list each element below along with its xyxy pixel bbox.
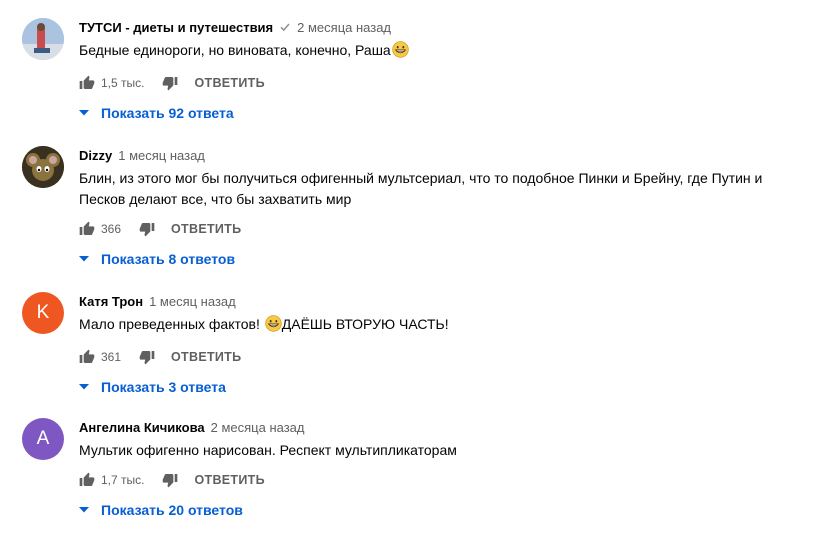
reply-button[interactable]: ОТВЕТИТЬ (171, 222, 241, 236)
show-replies-button[interactable]: Показать 92 ответа (79, 105, 795, 121)
show-replies-button[interactable]: Показать 8 ответов (79, 251, 795, 267)
like-button[interactable] (79, 349, 95, 365)
thumb-up-icon (79, 349, 95, 363)
avatar-letter: A (36, 428, 50, 449)
avatar-letter: K (36, 302, 50, 323)
comment-time[interactable]: 1 месяц назад (118, 148, 205, 163)
comment-time[interactable]: 2 месяца назад (297, 20, 391, 35)
like-button[interactable] (79, 472, 95, 488)
grinning-face-icon (392, 41, 409, 64)
avatar-photo-icon (22, 18, 64, 60)
like-count: 366 (101, 222, 122, 236)
thumb-up-icon (79, 472, 95, 486)
avatar[interactable] (22, 18, 64, 60)
thumb-down-icon (139, 223, 155, 237)
like-button[interactable] (79, 221, 95, 237)
show-replies-label: Показать 20 ответов (101, 502, 243, 518)
avatar[interactable]: A (22, 418, 64, 460)
dislike-button[interactable] (162, 75, 178, 91)
dislike-button[interactable] (162, 472, 178, 488)
like-count: 361 (101, 350, 122, 364)
show-replies-button[interactable]: Показать 3 ответа (79, 379, 795, 395)
comment-text: Мало преведенных фактов! ДАЁШЬ ВТОРУЮ ЧА… (79, 314, 795, 338)
thumb-up-icon (79, 221, 95, 235)
chevron-down-icon (79, 110, 89, 116)
comment-text: Бедные единороги, но виновата, конечно, … (79, 40, 795, 64)
thumb-down-icon (139, 351, 155, 365)
avatar[interactable] (22, 146, 64, 188)
reply-button[interactable]: ОТВЕТИТЬ (171, 350, 241, 364)
show-replies-label: Показать 8 ответов (101, 251, 236, 267)
chevron-down-icon (79, 507, 89, 513)
grinning-face-icon (265, 315, 282, 338)
show-replies-button[interactable]: Показать 20 ответов (79, 502, 795, 518)
comment-text: Блин, из этого мог бы получиться офигенн… (79, 170, 763, 207)
avatar-photo-icon (22, 146, 64, 188)
avatar[interactable]: K (22, 292, 64, 334)
comment-time[interactable]: 1 месяц назад (149, 294, 236, 309)
reply-button[interactable]: ОТВЕТИТЬ (194, 473, 264, 487)
reply-button[interactable]: ОТВЕТИТЬ (194, 76, 264, 90)
author-name[interactable]: Катя Трон (79, 294, 143, 309)
dislike-button[interactable] (139, 349, 155, 365)
comment-text: Мультик офигенно нарисован. Респект муль… (79, 442, 457, 458)
like-count: 1,7 тыс. (101, 473, 145, 487)
chevron-down-icon (79, 384, 89, 390)
author-name[interactable]: ТУТСИ - диеты и путешествия (79, 20, 273, 35)
dislike-button[interactable] (139, 221, 155, 237)
author-name[interactable]: Dizzy (79, 148, 112, 163)
thumb-down-icon (163, 474, 178, 488)
show-replies-label: Показать 92 ответа (101, 105, 234, 121)
author-name[interactable]: Ангелина Кичикова (79, 420, 205, 435)
like-button[interactable] (79, 75, 95, 91)
comment-time[interactable]: 2 месяца назад (211, 420, 305, 435)
verified-check-icon (279, 21, 291, 33)
show-replies-label: Показать 3 ответа (101, 379, 226, 395)
chevron-down-icon (79, 256, 89, 262)
like-count: 1,5 тыс. (101, 76, 145, 90)
thumb-down-icon (163, 77, 178, 91)
thumb-up-icon (79, 75, 95, 89)
